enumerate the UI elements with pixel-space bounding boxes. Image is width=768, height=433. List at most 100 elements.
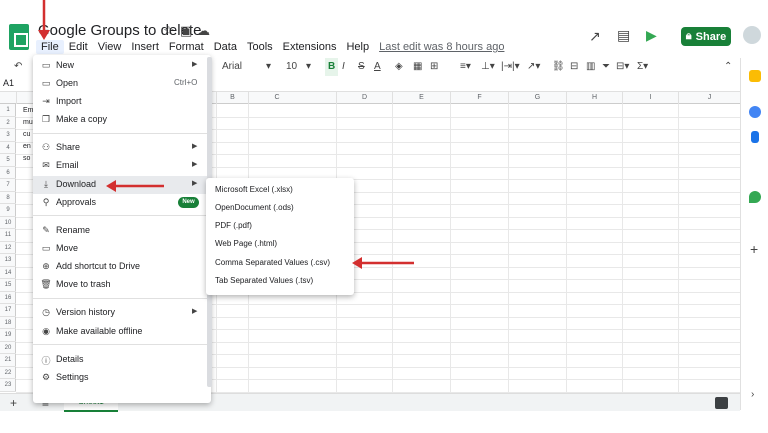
chevron-down-icon[interactable]: ▾	[306, 58, 311, 76]
undo-icon[interactable]: ↶	[14, 58, 22, 76]
menu-item-offline[interactable]: ◉ Make available offline	[33, 323, 211, 341]
row-header-cell[interactable]: 20	[0, 342, 16, 354]
row-header-cell[interactable]: 4	[0, 142, 16, 154]
row-header-cell[interactable]: 21	[0, 354, 16, 367]
row-header-cell[interactable]: 1	[0, 104, 16, 117]
menu-item-details[interactable]: ⓘ Details	[33, 351, 211, 369]
column-header-e[interactable]: E	[392, 92, 450, 104]
menu-item-approvals[interactable]: ⚲ Approvals New	[33, 194, 211, 212]
download-html[interactable]: Web Page (.html)	[215, 239, 277, 248]
menu-data[interactable]: Data	[209, 40, 242, 54]
cell-a1[interactable]: Em	[23, 107, 34, 114]
row-header-cell[interactable]: 17	[0, 304, 16, 317]
download-csv[interactable]: Comma Separated Values (.csv)	[215, 258, 330, 267]
menu-format[interactable]: Format	[164, 40, 209, 54]
strikethrough-button[interactable]: S	[358, 58, 365, 76]
vertical-align-icon[interactable]: ⊥▾	[481, 58, 495, 76]
cell-a3[interactable]: cu	[23, 131, 30, 138]
row-header-cell[interactable]: 3	[0, 129, 16, 142]
menu-edit[interactable]: Edit	[64, 40, 93, 54]
maps-icon[interactable]	[749, 191, 761, 203]
name-box[interactable]: A1	[3, 78, 14, 88]
column-header-b[interactable]: B	[216, 92, 248, 104]
menu-item-version-history[interactable]: ◷ Version history ▶	[33, 304, 211, 322]
document-title[interactable]: Google Groups to delete	[38, 22, 201, 39]
column-header-g[interactable]: G	[508, 92, 566, 104]
cell-a4[interactable]: en	[23, 143, 31, 150]
filter-views-icon[interactable]: ⊟▾	[616, 58, 629, 76]
meet-icon[interactable]: ▶	[646, 27, 657, 44]
row-header-cell[interactable]: 16	[0, 292, 16, 304]
column-header-i[interactable]: I	[622, 92, 678, 104]
star-icon[interactable]: ☆	[163, 23, 175, 39]
borders-icon[interactable]: ▦	[413, 58, 422, 76]
text-color-button[interactable]: A	[374, 58, 381, 76]
font-select[interactable]: Arial	[222, 58, 242, 76]
menu-item-import[interactable]: ⇥ Import	[33, 93, 211, 111]
chevron-down-icon[interactable]: ▾	[266, 58, 271, 76]
bold-button[interactable]: B	[325, 58, 339, 76]
row-header-cell[interactable]: 6	[0, 167, 16, 179]
collapse-toolbar-icon[interactable]: ⌃	[724, 58, 732, 76]
cell-a2[interactable]: mu	[23, 119, 33, 126]
download-ods[interactable]: OpenDocument (.ods)	[215, 203, 294, 212]
contacts-icon[interactable]	[751, 131, 759, 143]
font-size-select[interactable]: 10	[286, 58, 297, 76]
row-header-cell[interactable]: 22	[0, 367, 16, 379]
text-rotation-icon[interactable]: ↗▾	[527, 58, 540, 76]
filter-icon[interactable]: ⏷	[602, 58, 610, 76]
insert-chart-icon[interactable]: ▥	[586, 58, 595, 76]
functions-icon[interactable]: Σ▾	[637, 58, 648, 76]
row-header-cell[interactable]: 13	[0, 254, 16, 267]
merge-cells-icon[interactable]: ⊞	[430, 58, 438, 76]
sheets-logo-icon[interactable]	[9, 24, 29, 50]
row-header-cell[interactable]: 14	[0, 267, 16, 279]
avatar[interactable]	[743, 26, 761, 44]
menu-file[interactable]: File	[36, 40, 64, 54]
row-header-cell[interactable]: 11	[0, 229, 16, 242]
last-edit-link[interactable]: Last edit was 8 hours ago	[374, 40, 509, 54]
horizontal-align-icon[interactable]: ≡▾	[460, 58, 471, 76]
row-header-cell[interactable]: 8	[0, 192, 16, 204]
download-pdf[interactable]: PDF (.pdf)	[215, 221, 252, 230]
column-header-j[interactable]: J	[678, 92, 740, 104]
menu-item-rename[interactable]: ✎ Rename	[33, 222, 211, 240]
menu-item-share[interactable]: ⚇ Share ▶	[33, 139, 211, 157]
menu-item-add-shortcut[interactable]: ⊕ Add shortcut to Drive	[33, 258, 211, 276]
row-header-cell[interactable]: 2	[0, 117, 16, 129]
download-xlsx[interactable]: Microsoft Excel (.xlsx)	[215, 185, 293, 194]
add-addon-icon[interactable]: +	[750, 241, 758, 257]
activity-trend-icon[interactable]: ↗	[589, 28, 601, 45]
move-folder-icon[interactable]: ▣	[180, 23, 192, 39]
column-header-d[interactable]: D	[336, 92, 392, 104]
menu-insert[interactable]: Insert	[126, 40, 164, 54]
column-header-f[interactable]: F	[450, 92, 508, 104]
expand-panel-icon[interactable]: ›	[751, 389, 754, 400]
cloud-status-icon[interactable]: ☁	[197, 23, 210, 39]
cell-a5[interactable]: so	[23, 155, 30, 162]
tasks-icon[interactable]	[749, 106, 761, 118]
menu-item-new[interactable]: ▭ New ▶	[33, 57, 211, 75]
row-header-cell[interactable]: 23	[0, 379, 16, 392]
explore-icon[interactable]	[715, 397, 728, 409]
fill-color-icon[interactable]: ◈	[395, 58, 403, 76]
download-tsv[interactable]: Tab Separated Values (.tsv)	[215, 276, 313, 285]
menu-extensions[interactable]: Extensions	[278, 40, 342, 54]
menu-item-make-copy[interactable]: ❐ Make a copy	[33, 111, 211, 129]
insert-link-icon[interactable]: ⛓	[552, 58, 565, 76]
menu-view[interactable]: View	[93, 40, 127, 54]
text-wrap-icon[interactable]: |⇥|▾	[501, 58, 520, 76]
italic-button[interactable]: I	[342, 58, 345, 76]
row-header-cell[interactable]: 15	[0, 279, 16, 292]
column-header-h[interactable]: H	[566, 92, 622, 104]
comments-icon[interactable]: ▤	[617, 27, 630, 44]
row-header-cell[interactable]: 12	[0, 242, 16, 254]
menu-item-open[interactable]: ▭ Open Ctrl+O	[33, 75, 211, 93]
keep-icon[interactable]	[749, 70, 761, 82]
share-button[interactable]: 🔒︎ Share	[681, 27, 731, 46]
add-sheet-icon[interactable]: +	[10, 396, 17, 410]
row-header-cell[interactable]: 7	[0, 179, 16, 192]
menu-help[interactable]: Help	[341, 40, 374, 54]
row-header-cell[interactable]: 18	[0, 317, 16, 329]
insert-comment-icon[interactable]: ⊟	[570, 58, 578, 76]
